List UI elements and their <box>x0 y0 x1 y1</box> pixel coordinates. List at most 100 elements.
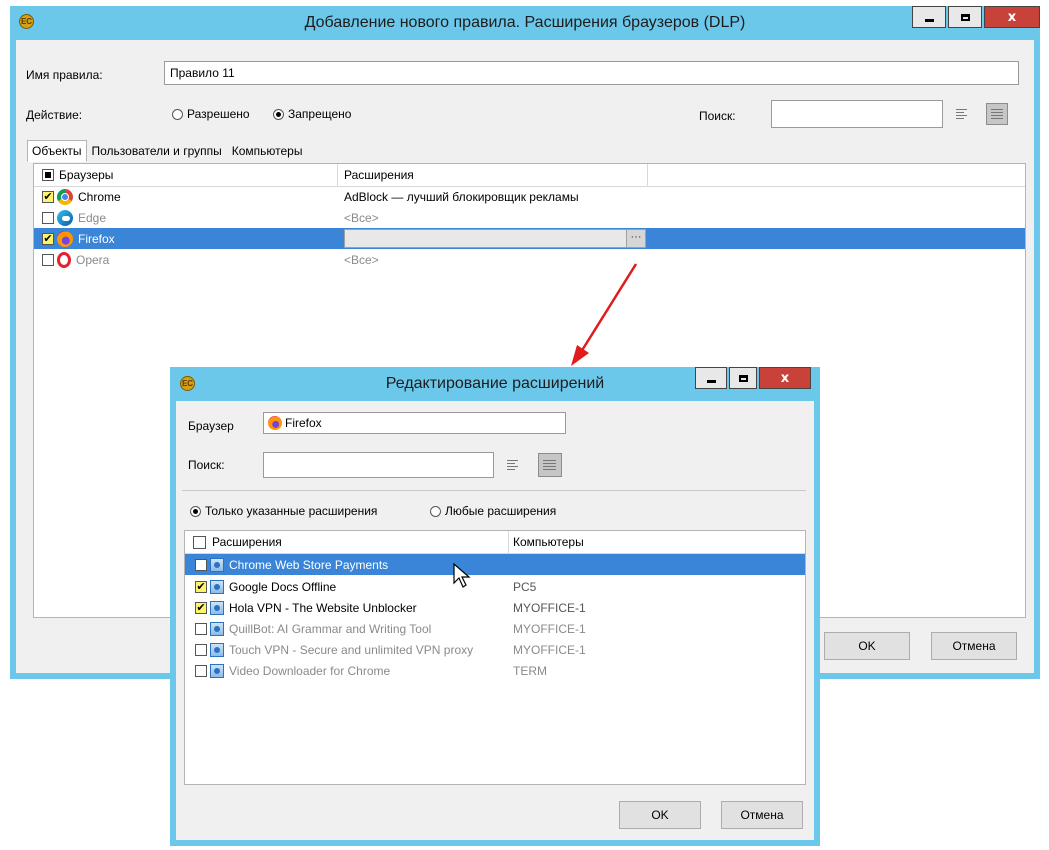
ellipsis-button[interactable]: ··· <box>626 230 645 247</box>
radio-allowed-label: Разрешено <box>187 107 250 121</box>
cancel-button[interactable]: Отмена <box>931 632 1017 660</box>
mouse-cursor-icon <box>453 563 471 588</box>
table-row[interactable]: QuillBot: AI Grammar and Writing Tool MY… <box>185 618 805 639</box>
browser-label: Браузер <box>188 419 234 433</box>
list-view-button[interactable] <box>503 455 523 475</box>
header-browsers-label: Браузеры <box>59 168 114 182</box>
extension-icon <box>210 600 224 615</box>
computers-value: MYOFFICE-1 <box>513 600 586 615</box>
row-checkbox[interactable] <box>42 211 54 224</box>
maximize-button[interactable] <box>948 6 982 28</box>
browser-name: Firefox <box>78 231 115 246</box>
minimize-button[interactable] <box>912 6 946 28</box>
close-button[interactable]: x <box>984 6 1040 28</box>
extension-name: Video Downloader for Chrome <box>229 663 391 678</box>
radio-denied-circle <box>273 108 284 120</box>
row-checkbox[interactable] <box>195 664 207 677</box>
radio-any-label: Любые расширения <box>445 504 557 518</box>
extensions-edit-field[interactable]: ··· <box>344 229 646 248</box>
table-row[interactable]: Hola VPN - The Website Unblocker MYOFFIC… <box>185 597 805 618</box>
extensions-dialog: EC Редактирование расширений x Браузер F… <box>170 367 820 846</box>
browser-field: Firefox <box>263 412 566 434</box>
list-view-button[interactable] <box>952 104 972 124</box>
header-extensions[interactable]: Расширения <box>193 535 282 549</box>
tab-computers[interactable]: Компьютеры <box>227 140 308 162</box>
minimize-button[interactable] <box>695 367 727 389</box>
extension-icon <box>210 557 224 572</box>
browser-name: Chrome <box>78 189 121 204</box>
extensions-table: Расширения Компьютеры Chrome Web Store P… <box>184 530 806 785</box>
detail-view-button[interactable] <box>986 103 1008 125</box>
select-all-checkbox[interactable] <box>193 535 206 549</box>
table-row[interactable]: Touch VPN - Secure and unlimited VPN pro… <box>185 639 805 660</box>
detail-view-button[interactable] <box>538 453 562 477</box>
header-extensions[interactable]: Расширения <box>344 168 414 182</box>
table-row[interactable]: Edge <Все> <box>34 207 1025 228</box>
radio-only-specified-circle <box>190 505 201 517</box>
dialog-client-area: Браузер Firefox Поиск: Только указанные … <box>176 401 814 840</box>
row-checkbox[interactable] <box>195 622 207 635</box>
row-checkbox[interactable] <box>195 558 207 571</box>
browser-name: Edge <box>78 210 107 225</box>
minimize-icon <box>924 18 934 22</box>
extensions-value: AdBlock — лучший блокировщик рекламы <box>344 189 579 204</box>
browser-value: Firefox <box>285 416 322 430</box>
search-input[interactable] <box>263 452 494 478</box>
radio-denied[interactable]: Запрещено <box>273 107 351 121</box>
table-row[interactable]: Opera <Все> <box>34 249 1025 270</box>
row-checkbox[interactable] <box>42 232 54 245</box>
computers-value: TERM <box>513 663 547 678</box>
row-checkbox[interactable] <box>42 190 54 203</box>
table-row[interactable]: Video Downloader for Chrome TERM <box>185 660 805 681</box>
table-header: Браузеры Расширения <box>34 164 1025 187</box>
cancel-button[interactable]: Отмена <box>721 801 803 829</box>
tab-objects[interactable]: Объекты <box>27 140 87 162</box>
extension-icon <box>210 621 224 636</box>
maximize-icon <box>960 13 970 21</box>
chrome-icon <box>57 188 73 205</box>
firefox-icon <box>57 230 73 247</box>
radio-only-specified-label: Только указанные расширения <box>205 504 378 518</box>
header-browsers[interactable]: Браузеры <box>42 168 113 182</box>
select-all-checkbox[interactable] <box>42 169 54 181</box>
table-row[interactable]: Chrome Web Store Payments <box>185 554 805 575</box>
extension-icon <box>210 663 224 678</box>
extension-name: Chrome Web Store Payments <box>229 557 389 572</box>
table-row[interactable]: Chrome AdBlock — лучший блокировщик рекл… <box>34 186 1025 207</box>
table-row[interactable]: Google Docs Offline PC5 <box>185 576 805 597</box>
computers-value: MYOFFICE-1 <box>513 642 586 657</box>
action-label: Действие: <box>26 108 83 122</box>
window-title: Добавление нового правила. Расширения бр… <box>304 14 746 31</box>
computers-value: MYOFFICE-1 <box>513 621 586 636</box>
search-input[interactable] <box>771 100 943 128</box>
maximize-button[interactable] <box>729 367 757 389</box>
tab-bar: Объекты Пользователи и группы Компьютеры <box>27 140 307 162</box>
row-checkbox[interactable] <box>195 643 207 656</box>
extension-name: Hola VPN - The Website Unblocker <box>229 600 417 615</box>
row-checkbox[interactable] <box>195 601 207 614</box>
rule-name-input[interactable] <box>164 61 1019 85</box>
tab-users-groups[interactable]: Пользователи и группы <box>87 140 227 162</box>
close-icon: x <box>780 370 790 386</box>
radio-allowed[interactable]: Разрешено <box>172 107 250 121</box>
extension-name: Touch VPN - Secure and unlimited VPN pro… <box>229 642 474 657</box>
close-icon: x <box>1007 9 1017 25</box>
browser-name: Opera <box>76 252 110 267</box>
row-checkbox[interactable] <box>195 580 207 593</box>
dialog-window-controls: x <box>693 367 811 389</box>
minimize-icon <box>706 379 716 383</box>
radio-any-circle <box>430 505 441 517</box>
radio-any[interactable]: Любые расширения <box>430 504 556 518</box>
search-label: Поиск: <box>188 458 225 472</box>
header-extensions-label: Расширения <box>212 535 282 549</box>
ok-button[interactable]: OK <box>824 632 910 660</box>
table-row[interactable]: Firefox ··· <box>34 228 1025 249</box>
radio-only-specified[interactable]: Только указанные расширения <box>190 504 377 518</box>
close-button[interactable]: x <box>759 367 811 389</box>
ok-button[interactable]: OK <box>619 801 701 829</box>
row-checkbox[interactable] <box>42 253 54 266</box>
computers-value: PC5 <box>513 579 537 594</box>
extensions-value: <Все> <box>344 252 379 267</box>
rule-name-label: Имя правила: <box>26 68 103 82</box>
header-computers[interactable]: Компьютеры <box>513 535 584 549</box>
